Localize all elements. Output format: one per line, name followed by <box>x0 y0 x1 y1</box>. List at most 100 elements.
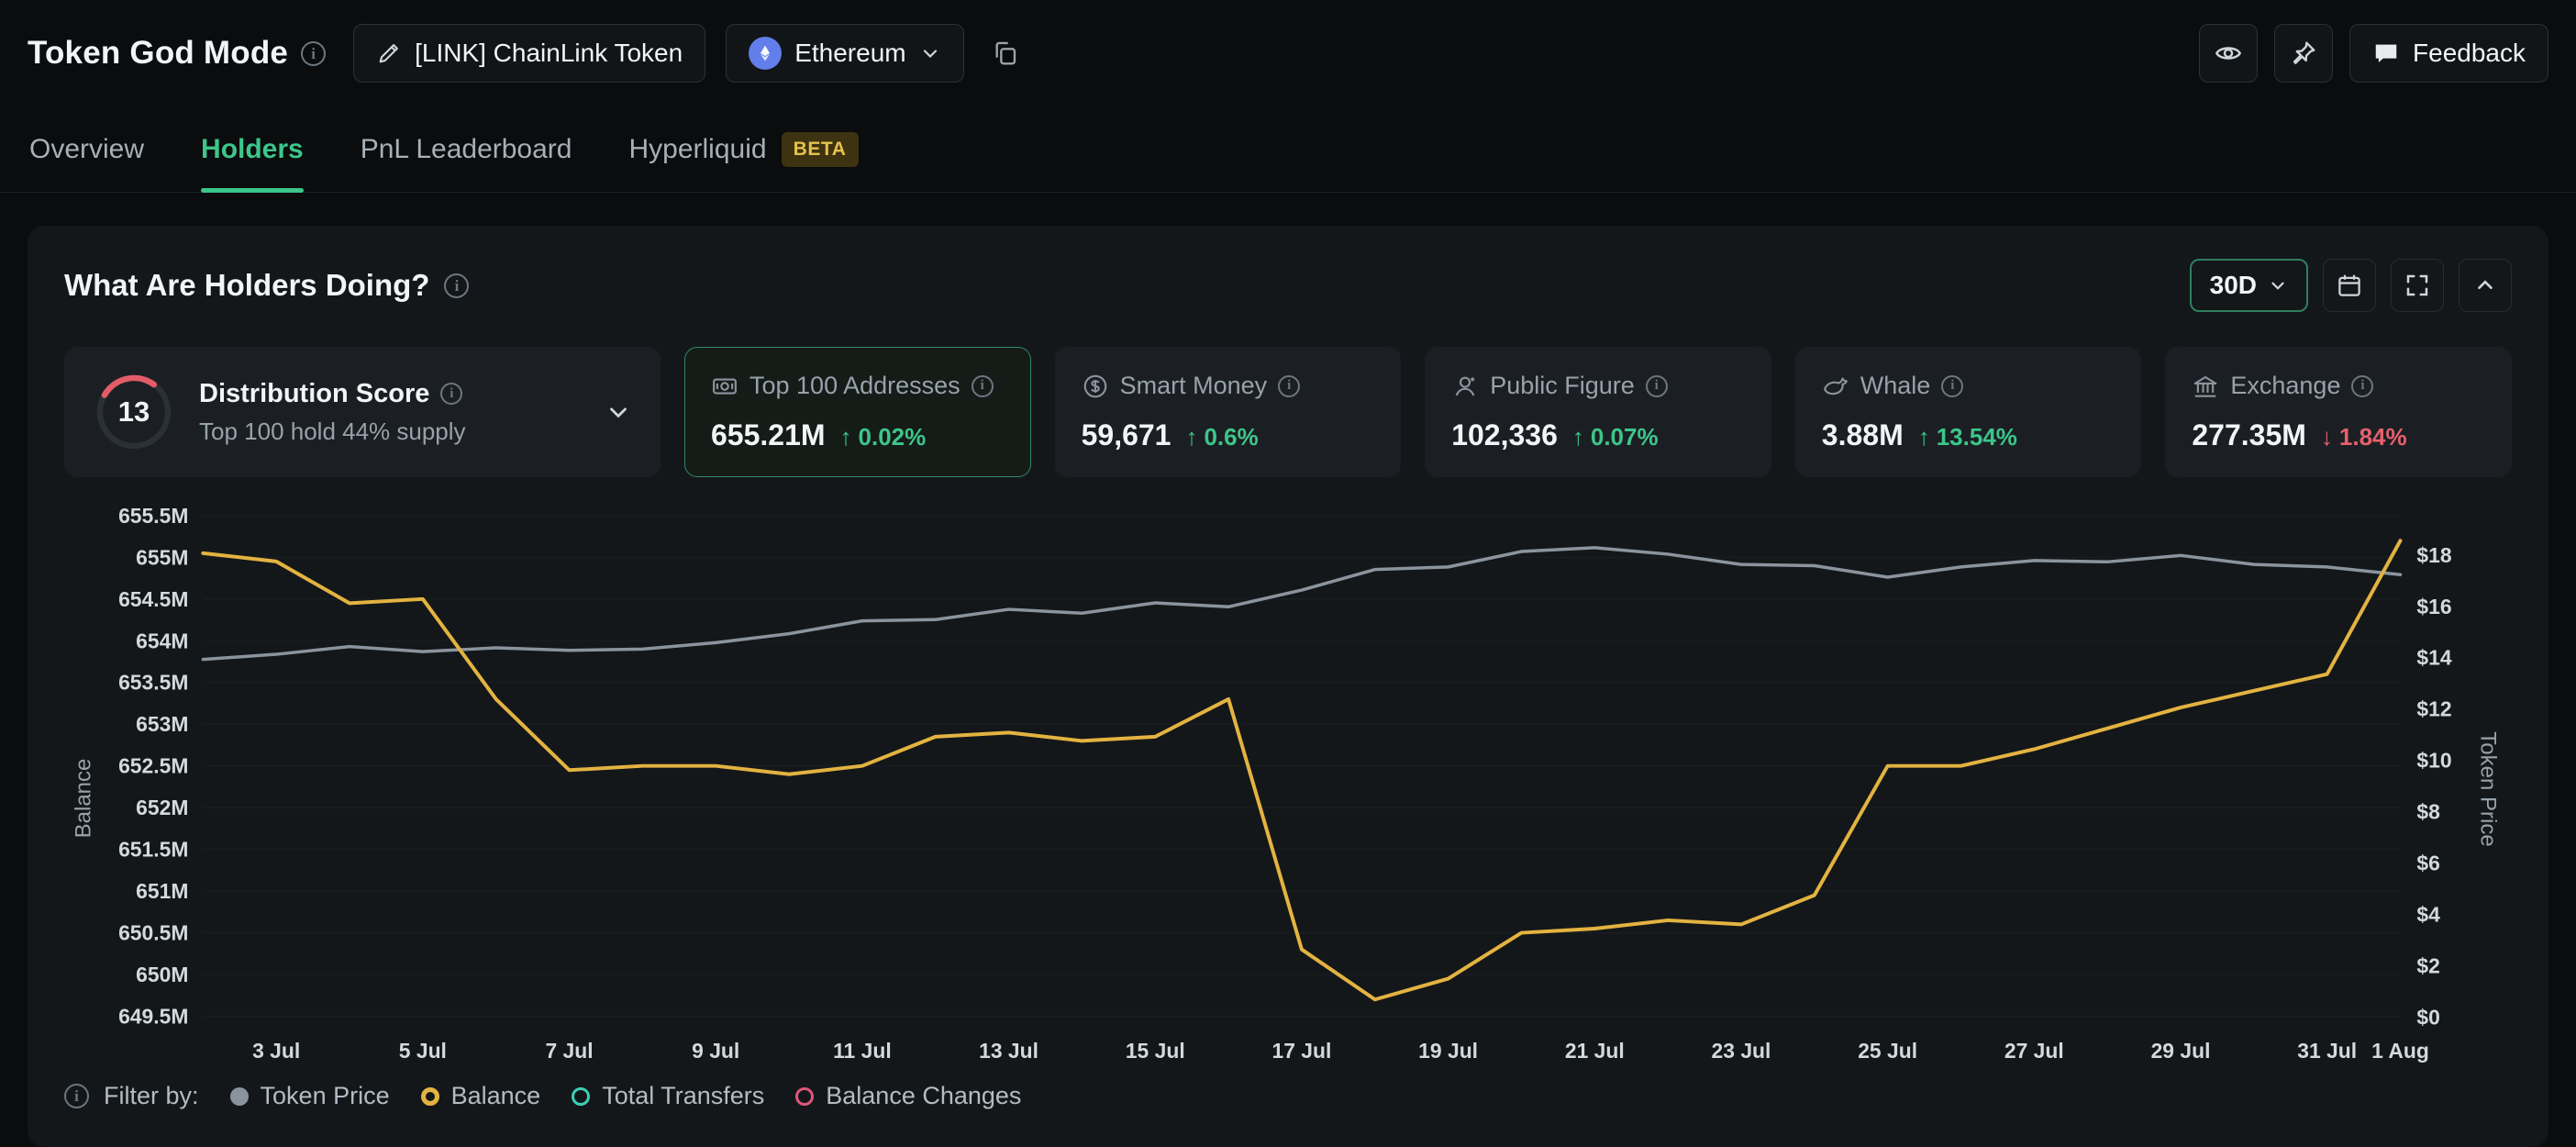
watch-button[interactable] <box>2199 24 2258 83</box>
legend-token-price[interactable]: Token Price <box>230 1082 390 1110</box>
legend-balance[interactable]: Balance <box>421 1082 541 1110</box>
svg-text:651.5M: 651.5M <box>118 838 188 862</box>
svg-text:$4: $4 <box>2416 903 2440 927</box>
chevron-up-icon <box>2473 273 2497 297</box>
panel-title: What Are Holders Doing? <box>64 268 429 303</box>
info-icon[interactable]: i <box>64 1084 89 1108</box>
svg-text:$18: $18 <box>2416 543 2451 567</box>
svg-text:1 Aug: 1 Aug <box>2371 1039 2429 1063</box>
copy-icon <box>991 39 1020 68</box>
svg-text:649.5M: 649.5M <box>118 1004 188 1028</box>
svg-text:25 Jul: 25 Jul <box>1858 1039 1917 1063</box>
stat-change: ↑ 0.07% <box>1572 423 1659 451</box>
smart-money-icon <box>1082 373 1109 400</box>
chart-canvas[interactable]: 655.5M655M654.5M654M653.5M653M652.5M652M… <box>64 501 2512 1069</box>
svg-text:$10: $10 <box>2416 749 2451 773</box>
svg-text:3 Jul: 3 Jul <box>252 1039 300 1063</box>
arrow-up-icon: ↑ <box>1572 423 1584 451</box>
header-actions: Feedback <box>2199 24 2548 83</box>
svg-text:653.5M: 653.5M <box>118 671 188 695</box>
info-icon[interactable]: i <box>972 375 994 397</box>
public-figure-icon <box>1451 373 1479 400</box>
token-selector[interactable]: [LINK] ChainLink Token <box>353 24 705 83</box>
top-100-addresses-icon <box>711 373 738 400</box>
info-icon[interactable]: i <box>301 41 326 66</box>
svg-text:29 Jul: 29 Jul <box>2151 1039 2211 1063</box>
svg-text:23 Jul: 23 Jul <box>1712 1039 1771 1063</box>
legend-balance-changes[interactable]: Balance Changes <box>795 1082 1021 1110</box>
calendar-button[interactable] <box>2323 259 2376 312</box>
stat-change: ↑ 13.54% <box>1918 423 2017 451</box>
page-title: Token God Mode <box>28 35 288 72</box>
info-icon[interactable]: i <box>444 273 469 298</box>
info-icon[interactable]: i <box>1646 375 1668 397</box>
ethereum-icon <box>749 37 782 70</box>
stat-card-smart-money[interactable]: Smart Money i 59,671 ↑ 0.6% <box>1055 347 1402 477</box>
chevron-down-icon[interactable] <box>605 398 632 426</box>
tab-hyperliquid[interactable]: Hyperliquid BETA <box>628 106 858 192</box>
pin-button[interactable] <box>2274 24 2333 83</box>
feedback-chat-icon <box>2372 39 2400 67</box>
svg-text:31 Jul: 31 Jul <box>2297 1039 2357 1063</box>
svg-text:$0: $0 <box>2416 1005 2439 1029</box>
distribution-score-gauge: 13 <box>93 371 175 453</box>
svg-text:21 Jul: 21 Jul <box>1565 1039 1625 1063</box>
info-icon[interactable]: i <box>1278 375 1300 397</box>
holders-chart: Balance Token Price 655.5M655M654.5M654M… <box>64 501 2512 1069</box>
stat-card-exchange[interactable]: Exchange i 277.35M ↓ 1.84% <box>2165 347 2512 477</box>
network-selector-label: Ethereum <box>794 39 905 68</box>
distribution-score-card[interactable]: 13 Distribution Score i Top 100 hold 44%… <box>64 347 661 477</box>
stat-change: ↓ 1.84% <box>2321 423 2407 451</box>
tab-bar: Overview Holders PnL Leaderboard Hyperli… <box>0 106 2576 193</box>
svg-text:655.5M: 655.5M <box>118 504 188 528</box>
svg-text:7 Jul: 7 Jul <box>545 1039 593 1063</box>
balance-dot-icon <box>421 1087 439 1106</box>
stat-card-whale[interactable]: Whale i 3.88M ↑ 13.54% <box>1795 347 2142 477</box>
copy-address-button[interactable] <box>984 24 1027 83</box>
svg-text:9 Jul: 9 Jul <box>692 1039 739 1063</box>
svg-text:19 Jul: 19 Jul <box>1418 1039 1478 1063</box>
exchange-bank-icon <box>2192 373 2219 400</box>
chevron-down-icon <box>2268 275 2288 295</box>
network-selector[interactable]: Ethereum <box>726 24 963 83</box>
fullscreen-button[interactable] <box>2391 259 2444 312</box>
legend-prefix: Filter by: <box>104 1082 199 1110</box>
page-title-wrap: Token God Mode i <box>28 35 326 72</box>
range-selector[interactable]: 30D <box>2190 259 2308 312</box>
svg-text:13 Jul: 13 Jul <box>979 1039 1038 1063</box>
calendar-icon <box>2336 272 2363 299</box>
svg-text:5 Jul: 5 Jul <box>399 1039 447 1063</box>
svg-text:654.5M: 654.5M <box>118 587 188 611</box>
arrow-up-icon: ↑ <box>1185 423 1197 451</box>
legend-total-transfers[interactable]: Total Transfers <box>572 1082 764 1110</box>
stat-card-top-100-addresses[interactable]: Top 100 Addresses i 655.21M ↑ 0.02% <box>684 347 1031 477</box>
beta-badge: BETA <box>782 132 859 167</box>
tab-overview[interactable]: Overview <box>29 106 144 192</box>
svg-text:652M: 652M <box>136 796 188 819</box>
svg-text:27 Jul: 27 Jul <box>2004 1039 2064 1063</box>
tab-pnl-leaderboard[interactable]: PnL Leaderboard <box>361 106 572 192</box>
stat-value: 59,671 <box>1082 418 1171 452</box>
info-icon[interactable]: i <box>440 383 462 405</box>
stat-card-public-figure[interactable]: Public Figure i 102,336 ↑ 0.07% <box>1425 347 1771 477</box>
info-icon[interactable]: i <box>2351 375 2373 397</box>
svg-text:$6: $6 <box>2416 852 2439 875</box>
svg-text:654M: 654M <box>136 629 188 652</box>
whale-icon <box>1822 373 1849 400</box>
token-price-dot-icon <box>230 1087 249 1106</box>
stat-value: 277.35M <box>2192 418 2306 452</box>
svg-text:$16: $16 <box>2416 595 2451 618</box>
svg-text:$12: $12 <box>2416 697 2451 721</box>
edit-pencil-icon <box>376 40 402 66</box>
chart-legend: i Filter by: Token Price Balance Total T… <box>64 1082 2512 1110</box>
distribution-score-value: 13 <box>93 371 175 453</box>
feedback-button[interactable]: Feedback <box>2349 24 2548 83</box>
tab-holders[interactable]: Holders <box>201 106 304 192</box>
watch-eye-icon <box>2214 39 2243 68</box>
collapse-button[interactable] <box>2459 259 2512 312</box>
svg-text:650M: 650M <box>136 963 188 986</box>
info-icon[interactable]: i <box>1941 375 1963 397</box>
stat-cards-row: 13 Distribution Score i Top 100 hold 44%… <box>64 347 2512 477</box>
svg-text:652.5M: 652.5M <box>118 754 188 778</box>
distribution-score-subtitle: Top 100 hold 44% supply <box>199 418 466 446</box>
